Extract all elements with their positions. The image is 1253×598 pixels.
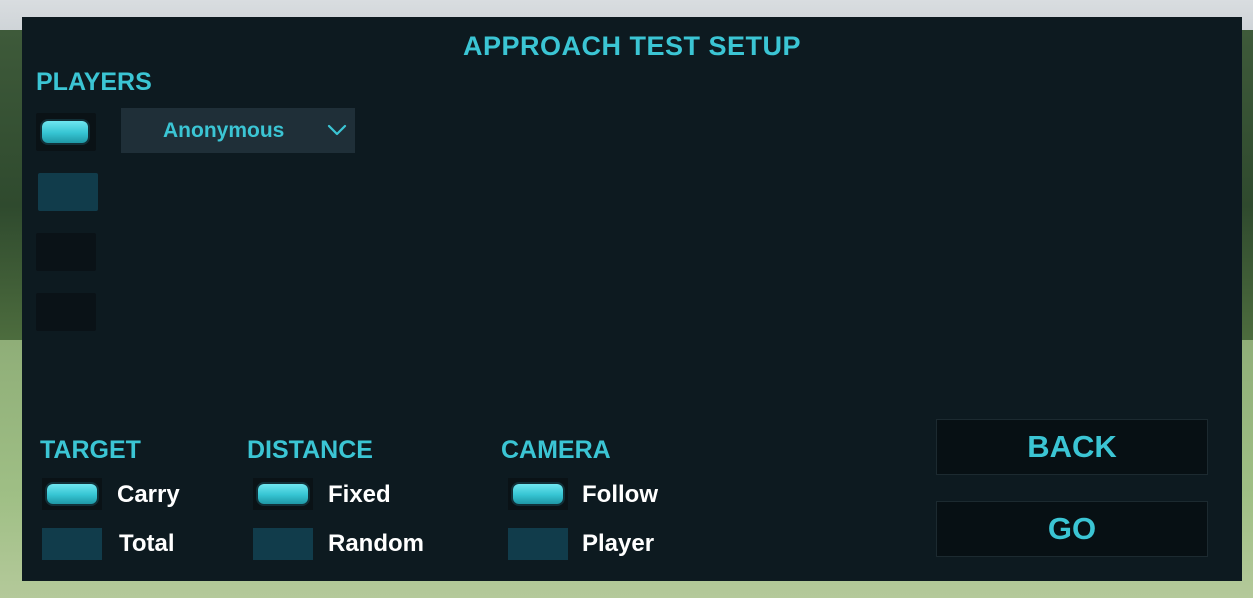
chevron-down-icon [327,124,347,136]
camera-label: CAMERA [501,436,611,464]
distance-label: DISTANCE [247,436,373,464]
page-title: APPROACH TEST SETUP [462,31,802,61]
players-label: PLAYERS [36,68,152,96]
player-select-value: Anonymous [163,119,285,142]
distance-random-toggle[interactable] [253,528,313,560]
target-carry-label: Carry [117,481,180,508]
toggle-on-indicator [258,484,308,504]
camera-follow-label: Follow [582,481,658,508]
target-total-label: Total [119,530,175,557]
camera-follow-toggle[interactable] [508,478,568,510]
distance-random-label: Random [328,530,424,557]
player-slot-1-toggle[interactable] [36,113,96,151]
toggle-on-indicator [42,121,88,143]
target-label: TARGET [40,436,141,464]
player-slot-2-toggle[interactable] [38,173,98,211]
toggle-on-indicator [47,484,97,504]
distance-fixed-label: Fixed [328,481,391,508]
target-carry-toggle[interactable] [42,478,102,510]
distance-fixed-toggle[interactable] [253,478,313,510]
go-button[interactable]: GO [936,501,1208,557]
camera-player-label: Player [582,530,655,557]
toggle-on-indicator [513,484,563,504]
player-slot-3-toggle[interactable] [36,233,96,271]
target-total-toggle[interactable] [42,528,102,560]
setup-panel: APPROACH TEST SETUP PLAYERS Anonymous TA… [22,17,1242,581]
camera-player-toggle[interactable] [508,528,568,560]
player-slot-4-toggle[interactable] [36,293,96,331]
player-select-dropdown[interactable]: Anonymous [121,108,355,153]
back-button[interactable]: BACK [936,419,1208,475]
